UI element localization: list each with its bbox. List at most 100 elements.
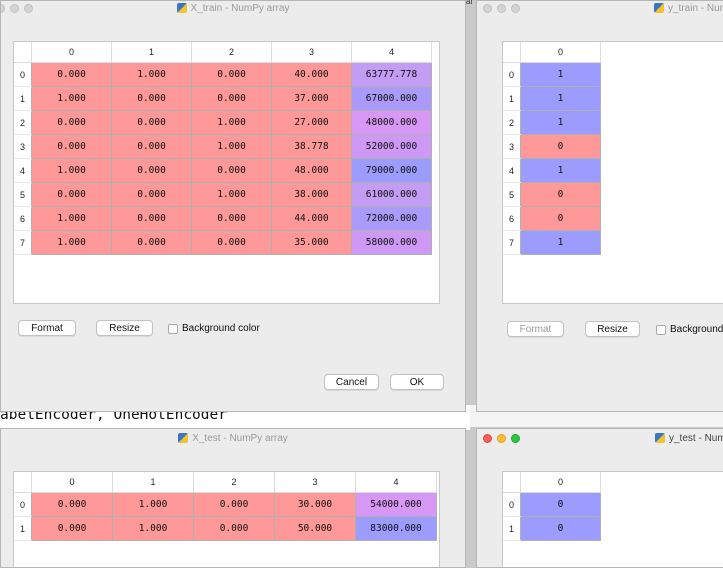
table-cell[interactable]: 58000.000 xyxy=(351,230,432,255)
x-train-table-area[interactable]: 0 1 2 3 4 0 0.000 1.000 0.000 40.000 63777.778 1 1.0… xyxy=(13,41,440,304)
table-cell[interactable]: 0.000 xyxy=(31,134,112,159)
row-header[interactable]: 1 xyxy=(14,86,32,111)
table-cell[interactable]: 0.000 xyxy=(191,158,272,183)
row-header[interactable]: 0 xyxy=(14,492,32,517)
row-header[interactable]: 7 xyxy=(14,230,32,255)
table-cell[interactable]: 0.000 xyxy=(111,134,192,159)
table-cell[interactable]: 1.000 xyxy=(31,206,112,231)
table-cell[interactable]: 0 xyxy=(520,516,601,541)
table-cell[interactable]: 72000.000 xyxy=(351,206,432,231)
table-cell[interactable]: 0.000 xyxy=(111,86,192,111)
column-header[interactable]: 4 xyxy=(351,42,432,63)
table-cell[interactable]: 0.000 xyxy=(111,110,192,135)
table-cell[interactable]: 1.000 xyxy=(112,516,194,541)
y-train-titlebar[interactable]: y_train - NumPy array xyxy=(477,1,723,15)
y-train-table-area[interactable]: 00111213041506071 xyxy=(502,41,723,304)
table-cell[interactable]: 0.000 xyxy=(111,230,192,255)
x-train-titlebar[interactable]: X_train - NumPy array xyxy=(1,1,465,15)
table-cell[interactable]: 50.000 xyxy=(274,516,356,541)
y-test-titlebar[interactable]: y_test - NumPy array xyxy=(477,431,723,445)
row-header[interactable]: 3 xyxy=(14,134,32,159)
table-cell[interactable]: 0.000 xyxy=(31,182,112,207)
table-cell[interactable]: 83000.000 xyxy=(355,516,437,541)
column-header[interactable]: 0 xyxy=(31,42,112,63)
table-cell[interactable]: 1.000 xyxy=(111,62,192,87)
format-button[interactable]: Format xyxy=(18,320,76,336)
table-cell[interactable]: 0.000 xyxy=(191,230,272,255)
table-cell[interactable]: 38.000 xyxy=(271,182,352,207)
row-header[interactable]: 5 xyxy=(14,182,32,207)
x-test-table[interactable]: 0 1 2 3 4 0 0.000 1.000 0.000 30.000 54000.000 1 0.0… xyxy=(14,472,437,541)
table-cell[interactable]: 1 xyxy=(520,230,601,255)
table-cell[interactable]: 0.000 xyxy=(31,516,113,541)
checkbox-box[interactable] xyxy=(656,324,666,335)
ok-button[interactable]: OK xyxy=(390,374,444,390)
table-cell[interactable]: 0.000 xyxy=(191,206,272,231)
table-cell[interactable]: 0 xyxy=(520,206,601,231)
column-header[interactable]: 0 xyxy=(520,42,601,63)
table-cell[interactable]: 0 xyxy=(520,134,601,159)
row-header[interactable]: 2 xyxy=(14,110,32,135)
close-window-button[interactable] xyxy=(483,434,492,443)
row-header[interactable]: 1 xyxy=(503,516,521,541)
column-header[interactable]: 2 xyxy=(191,42,272,63)
table-cell[interactable]: 79000.000 xyxy=(351,158,432,183)
table-cell[interactable]: 1 xyxy=(520,158,601,183)
table-cell[interactable]: 1.000 xyxy=(191,110,272,135)
background-color-checkbox[interactable]: Background color xyxy=(656,324,723,335)
column-header[interactable]: 4 xyxy=(355,472,437,493)
table-cell[interactable]: 0.000 xyxy=(31,110,112,135)
column-header[interactable]: 2 xyxy=(193,472,275,493)
resize-button[interactable]: Resize xyxy=(96,320,153,336)
table-cell[interactable]: 44.000 xyxy=(271,206,352,231)
row-header[interactable]: 2 xyxy=(503,110,521,135)
close-window-button[interactable] xyxy=(483,4,492,13)
table-cell[interactable]: 61000.000 xyxy=(351,182,432,207)
x-test-table-area[interactable]: 0 1 2 3 4 0 0.000 1.000 0.000 30.000 54000.000 1 0.0… xyxy=(13,471,440,567)
table-cell[interactable]: 27.000 xyxy=(271,110,352,135)
column-header[interactable]: 1 xyxy=(112,472,194,493)
x-test-titlebar[interactable]: X_test - NumPy array xyxy=(1,431,465,445)
table-cell[interactable]: 1.000 xyxy=(112,492,194,517)
table-cell[interactable]: 0.000 xyxy=(31,62,112,87)
table-cell[interactable]: 1.000 xyxy=(31,158,112,183)
table-cell[interactable]: 1 xyxy=(520,110,601,135)
table-cell[interactable]: 0.000 xyxy=(191,62,272,87)
table-cell[interactable]: 0.000 xyxy=(111,182,192,207)
column-header[interactable]: 3 xyxy=(271,42,352,63)
y-test-table[interactable]: 00010 xyxy=(503,472,601,541)
row-header[interactable]: 1 xyxy=(503,86,521,111)
zoom-window-button[interactable] xyxy=(24,4,33,13)
row-header[interactable]: 0 xyxy=(503,62,521,87)
row-header[interactable]: 0 xyxy=(14,62,32,87)
table-cell[interactable]: 48.000 xyxy=(271,158,352,183)
y-train-table[interactable]: 00111213041506071 xyxy=(503,42,601,255)
minimize-window-button[interactable] xyxy=(10,4,19,13)
row-header[interactable]: 0 xyxy=(503,492,521,517)
table-cell[interactable]: 48000.000 xyxy=(351,110,432,135)
row-header[interactable]: 4 xyxy=(14,158,32,183)
table-cell[interactable]: 0.000 xyxy=(193,492,275,517)
table-cell[interactable]: 0.000 xyxy=(111,206,192,231)
column-header[interactable]: 0 xyxy=(31,472,113,493)
row-header[interactable]: 1 xyxy=(14,516,32,541)
y-test-table-area[interactable]: 00010 xyxy=(502,471,723,567)
table-cell[interactable]: 1.000 xyxy=(191,182,272,207)
table-cell[interactable]: 54000.000 xyxy=(355,492,437,517)
table-cell[interactable]: 1.000 xyxy=(31,230,112,255)
table-cell[interactable]: 37.000 xyxy=(271,86,352,111)
row-header[interactable]: 5 xyxy=(503,182,521,207)
zoom-window-button[interactable] xyxy=(511,434,520,443)
table-cell[interactable]: 1 xyxy=(520,86,601,111)
table-cell[interactable]: 1.000 xyxy=(191,134,272,159)
table-cell[interactable]: 52000.000 xyxy=(351,134,432,159)
background-color-checkbox[interactable]: Background color xyxy=(168,323,260,334)
table-cell[interactable]: 1.000 xyxy=(31,86,112,111)
table-cell[interactable]: 1 xyxy=(520,62,601,87)
table-cell[interactable]: 35.000 xyxy=(271,230,352,255)
resize-button[interactable]: Resize xyxy=(585,321,640,337)
table-cell[interactable]: 40.000 xyxy=(271,62,352,87)
cancel-button[interactable]: Cancel xyxy=(324,374,379,390)
checkbox-box[interactable] xyxy=(168,323,178,334)
minimize-window-button[interactable] xyxy=(497,4,506,13)
